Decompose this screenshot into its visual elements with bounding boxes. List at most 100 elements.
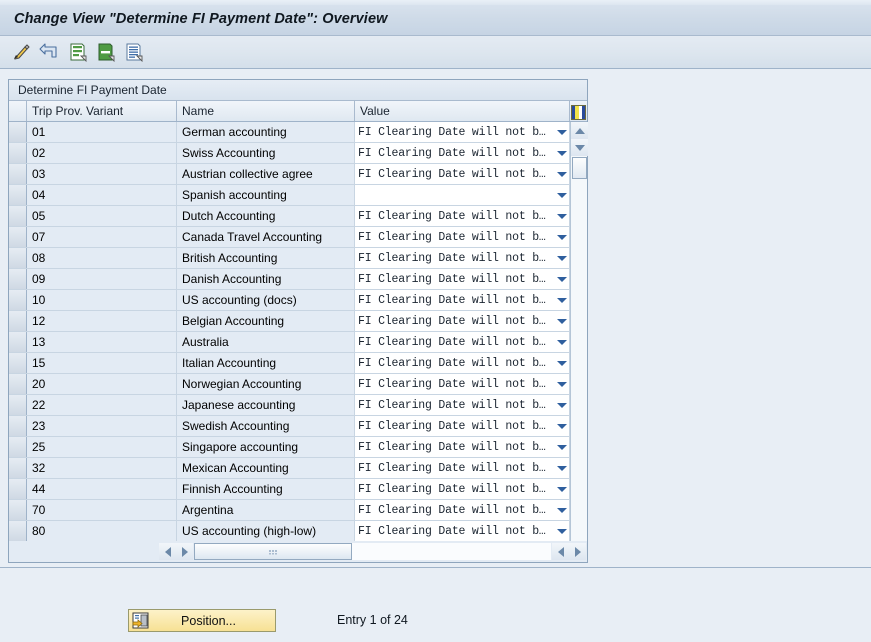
cell-value-dropdown[interactable]: FI Clearing Date will not b… [355,227,570,247]
cell-value-dropdown[interactable]: FI Clearing Date will not b… [355,374,570,394]
table-row[interactable]: 02 Swiss Accounting FI Clearing Date will … [9,143,587,164]
cell-value-dropdown[interactable]: FI Clearing Date will not b… [355,458,570,478]
scroll-right-button[interactable] [176,543,193,560]
table-row[interactable]: 20 Norwegian Accounting FI Clearing Date w… [9,374,587,395]
cell-trip-prov-variant[interactable]: 08 [27,248,177,268]
cell-value-dropdown[interactable]: FI Clearing Date will not b… [355,206,570,226]
cell-name[interactable]: Argentina [177,500,355,520]
table-row[interactable]: 80 US accounting (high-low) FI Clearing Da… [9,521,587,541]
table-row[interactable]: 08 British Accounting FI Clearing Date wil… [9,248,587,269]
table-row[interactable]: 03 Austrian collective agree FI Clearing D… [9,164,587,185]
grid-vertical-scrollbar[interactable] [570,122,588,541]
horizontal-scroll-thumb[interactable] [194,543,352,560]
row-select-button[interactable] [9,185,27,205]
cell-trip-prov-variant[interactable]: 01 [27,122,177,142]
row-select-button[interactable] [9,353,27,373]
row-select-button[interactable] [9,143,27,163]
cell-value-dropdown[interactable]: FI Clearing Date will not b… [355,290,570,310]
table-row[interactable]: 09 Danish Accounting FI Clearing Date will… [9,269,587,290]
chevron-down-icon[interactable] [555,291,569,310]
cell-value-dropdown[interactable]: FI Clearing Date will not b… [355,521,570,541]
chevron-down-icon[interactable] [555,375,569,394]
chevron-down-icon[interactable] [555,417,569,436]
scroll-left-button[interactable] [159,543,176,560]
table-row[interactable]: 22 Japanese accounting FI Clearing Date wi… [9,395,587,416]
details-icon[interactable] [122,40,146,64]
cell-name[interactable]: Dutch Accounting [177,206,355,226]
cell-value-dropdown[interactable]: FI Clearing Date will not b… [355,311,570,331]
cell-trip-prov-variant[interactable]: 20 [27,374,177,394]
cell-name[interactable]: Australia [177,332,355,352]
delete-icon[interactable] [94,40,118,64]
cell-value-dropdown[interactable]: FI Clearing Date will not b… [355,332,570,352]
chevron-down-icon[interactable] [555,459,569,478]
table-row[interactable]: 70 Argentina FI Clearing Date will not b… [9,500,587,521]
grid-horizontal-scrollbar[interactable] [9,541,587,562]
scroll-left-button-end[interactable] [552,543,569,560]
select-all-header[interactable] [9,101,27,121]
cell-trip-prov-variant[interactable]: 70 [27,500,177,520]
cell-trip-prov-variant[interactable]: 32 [27,458,177,478]
row-select-button[interactable] [9,416,27,436]
cell-name[interactable]: Japanese accounting [177,395,355,415]
cell-value-dropdown[interactable]: FI Clearing Date will not b… [355,164,570,184]
chevron-down-icon[interactable] [555,207,569,226]
chevron-down-icon[interactable] [555,228,569,247]
cell-name[interactable]: Norwegian Accounting [177,374,355,394]
horizontal-scroll-track[interactable] [194,543,551,560]
row-select-button[interactable] [9,311,27,331]
cell-value-dropdown[interactable]: FI Clearing Date will not b… [355,353,570,373]
copy-as-icon[interactable] [66,40,90,64]
cell-name[interactable]: German accounting [177,122,355,142]
chevron-down-icon[interactable] [555,480,569,499]
scroll-down-button[interactable] [571,139,588,156]
chevron-down-icon[interactable] [555,165,569,184]
row-select-button[interactable] [9,248,27,268]
cell-name[interactable]: Belgian Accounting [177,311,355,331]
table-row[interactable]: 10 US accounting (docs) FI Clearing Date w… [9,290,587,311]
vertical-scroll-thumb[interactable] [571,157,587,179]
cell-trip-prov-variant[interactable]: 03 [27,164,177,184]
row-select-button[interactable] [9,395,27,415]
cell-trip-prov-variant[interactable]: 13 [27,332,177,352]
cell-value-dropdown[interactable]: FI Clearing Date will not b… [355,269,570,289]
cell-trip-prov-variant[interactable]: 09 [27,269,177,289]
cell-name[interactable]: US accounting (docs) [177,290,355,310]
scroll-up-button[interactable] [571,122,588,139]
chevron-down-icon[interactable] [555,501,569,520]
cell-value-dropdown[interactable]: FI Clearing Date will not b… [355,395,570,415]
column-header-trip-prov-variant[interactable]: Trip Prov. Variant [27,101,177,121]
cell-trip-prov-variant[interactable]: 05 [27,206,177,226]
row-select-button[interactable] [9,500,27,520]
chevron-down-icon[interactable] [555,333,569,352]
table-row[interactable]: 04 Spanish accounting [9,185,587,206]
row-select-button[interactable] [9,269,27,289]
cell-name[interactable]: British Accounting [177,248,355,268]
cell-name[interactable]: Italian Accounting [177,353,355,373]
undo-icon[interactable] [38,40,62,64]
chevron-down-icon[interactable] [555,123,569,142]
cell-name[interactable]: Swedish Accounting [177,416,355,436]
cell-name[interactable]: Swiss Accounting [177,143,355,163]
cell-name[interactable]: US accounting (high-low) [177,521,355,541]
cell-trip-prov-variant[interactable]: 07 [27,227,177,247]
cell-value-dropdown[interactable]: FI Clearing Date will not b… [355,248,570,268]
cell-trip-prov-variant[interactable]: 80 [27,521,177,541]
chevron-down-icon[interactable] [555,249,569,268]
chevron-down-icon[interactable] [555,186,569,205]
cell-name[interactable]: Mexican Accounting [177,458,355,478]
table-row[interactable]: 07 Canada Travel Accounting FI Clearing Da… [9,227,587,248]
row-select-button[interactable] [9,458,27,478]
cell-trip-prov-variant[interactable]: 25 [27,437,177,457]
table-row[interactable]: 32 Mexican Accounting FI Clearing Date wil… [9,458,587,479]
table-row[interactable]: 12 Belgian Accounting FI Clearing Date wil… [9,311,587,332]
cell-trip-prov-variant[interactable]: 15 [27,353,177,373]
chevron-down-icon[interactable] [555,354,569,373]
chevron-down-icon[interactable] [555,270,569,289]
table-row[interactable]: 15 Italian Accounting FI Clearing Date wil… [9,353,587,374]
cell-value-dropdown[interactable]: FI Clearing Date will not b… [355,437,570,457]
row-select-button[interactable] [9,521,27,541]
cell-trip-prov-variant[interactable]: 22 [27,395,177,415]
cell-name[interactable]: Canada Travel Accounting [177,227,355,247]
row-select-button[interactable] [9,290,27,310]
